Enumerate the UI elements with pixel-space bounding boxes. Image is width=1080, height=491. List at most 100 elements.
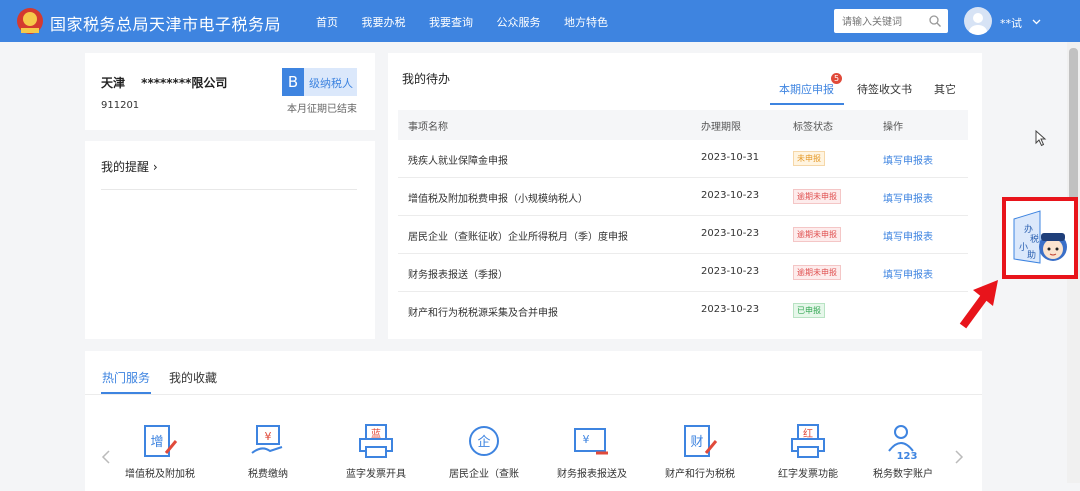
company-card: 天津 ********限公司 911201 B 级纳税人 本月征期已结束 <box>85 53 375 130</box>
service-label: 红字发票功能 <box>778 469 838 480</box>
person-account-icon: 123 <box>888 425 918 461</box>
svg-text:增: 增 <box>150 435 163 450</box>
table-header: 事项名称 办理期限 标签状态 操作 <box>398 110 968 140</box>
site-title[interactable]: 国家税务总局天津市电子税务局 <box>50 11 281 35</box>
svg-text:¥: ¥ <box>265 430 272 443</box>
service-red-invoice[interactable]: 红 红字发票功能 <box>753 423 863 480</box>
service-label: 居民企业（查账 <box>449 469 519 480</box>
svg-text:蓝: 蓝 <box>371 428 381 440</box>
chevron-down-icon[interactable] <box>1032 17 1041 26</box>
svg-text:办: 办 <box>1024 223 1033 235</box>
top-header: 国家税务总局天津市电子税务局 首页 我要办税 我要查询 公众服务 地方特色 **… <box>0 0 1080 42</box>
status-badge: 逾期未申报 <box>793 265 841 280</box>
table-row: 居民企业（查账征收）企业所得税月（季）度申报 2023-10-23 逾期未申报 … <box>398 216 968 254</box>
taxpayer-level-badge: B 级纳税人 <box>282 68 357 96</box>
user-name[interactable]: **试 <box>1000 15 1022 31</box>
reminder-title-link[interactable]: 我的提醒 › <box>101 158 158 175</box>
svg-text:财: 财 <box>690 435 703 450</box>
main-nav: 首页 我要办税 我要查询 公众服务 地方特色 <box>316 14 628 30</box>
level-letter: B <box>282 68 304 96</box>
search-input[interactable] <box>840 13 928 31</box>
svg-text:红: 红 <box>803 427 813 440</box>
row-deadline: 2023-10-23 <box>701 190 760 201</box>
row-item-name: 财产和行为税税源采集及合并申报 <box>408 308 558 319</box>
svg-text:企: 企 <box>477 434 490 450</box>
table-row: 增值税及附加税费申报（小规模纳税人） 2023-10-23 逾期未申报 填写申报… <box>398 178 968 216</box>
divider <box>101 189 357 190</box>
svg-text:123: 123 <box>897 451 918 461</box>
tab-my-favorites[interactable]: 我的收藏 <box>169 369 217 386</box>
todo-card: 我的待办 本期应申报 待签收文书 其它 5 事项名称 办理期限 标签状态 操作 … <box>388 53 982 339</box>
tab-documents-to-sign[interactable]: 待签收文书 <box>857 81 912 97</box>
red-arrow-annotation-icon <box>959 280 998 329</box>
fill-form-link[interactable]: 填写申报表 <box>883 190 933 205</box>
svg-text:¥: ¥ <box>583 433 590 446</box>
tab-current-declaration[interactable]: 本期应申报 <box>779 81 834 97</box>
scrollbar-thumb[interactable] <box>1069 48 1078 208</box>
nav-query[interactable]: 我要查询 <box>429 16 473 29</box>
row-deadline: 2023-10-31 <box>701 152 760 163</box>
level-label: 级纳税人 <box>309 77 353 90</box>
service-blue-invoice[interactable]: 蓝 蓝字发票开具 <box>321 423 431 480</box>
nav-local-feature[interactable]: 地方特色 <box>564 16 608 29</box>
printer-icon: 红 <box>791 424 825 458</box>
row-item-name: 财务报表报送（季报） <box>408 270 508 281</box>
table-row: 财务报表报送（季报） 2023-10-23 逾期未申报 填写申报表 <box>398 254 968 292</box>
service-label: 蓝字发票开具 <box>346 469 406 480</box>
status-badge: 未申报 <box>793 151 825 166</box>
row-deadline: 2023-10-23 <box>701 304 760 315</box>
company-name: 天津 ********限公司 <box>101 76 228 90</box>
services-card: 热门服务 我的收藏 增 增值税及附加税 ¥ 税费缴纳 蓝 蓝字发票开具 企 居民… <box>85 351 982 491</box>
svg-text:税: 税 <box>1030 233 1039 245</box>
service-vat[interactable]: 增 增值税及附加税 <box>105 423 215 480</box>
company-tax-id: 911201 <box>101 100 140 111</box>
tax-assistant-mascot-icon[interactable]: 办 税 小 助 <box>1010 207 1070 269</box>
active-tab-underline <box>770 103 844 105</box>
fill-form-link[interactable]: 填写申报表 <box>883 228 933 243</box>
status-badge: 逾期未申报 <box>793 189 841 204</box>
col-status: 标签状态 <box>793 122 833 133</box>
fill-form-link[interactable]: 填写申报表 <box>883 152 933 167</box>
user-avatar[interactable] <box>964 7 992 35</box>
service-label: 税费缴纳 <box>248 469 288 480</box>
document-pen-icon: 财 <box>684 425 718 457</box>
service-digital-account[interactable]: 123 税务数字账户 <box>848 423 958 480</box>
service-financial-report[interactable]: ¥ 财务报表报送及 <box>537 423 647 480</box>
row-deadline: 2023-10-23 <box>701 228 760 239</box>
todo-title: 我的待办 <box>402 72 451 86</box>
enterprise-circle-icon: 企 <box>469 426 499 456</box>
count-badge: 5 <box>831 73 842 84</box>
tab-hot-services[interactable]: 热门服务 <box>102 369 150 386</box>
nav-home[interactable]: 首页 <box>316 16 338 29</box>
service-corporate-income-tax[interactable]: 企 居民企业（查账 <box>429 423 539 480</box>
service-label: 财务报表报送及 <box>557 469 627 480</box>
search-box <box>834 9 948 33</box>
row-item-name: 残疾人就业保障金申报 <box>408 156 508 167</box>
status-badge: 逾期未申报 <box>793 227 841 242</box>
service-tax-payment[interactable]: ¥ 税费缴纳 <box>213 423 323 480</box>
table-row: 残疾人就业保障金申报 2023-10-31 未申报 填写申报表 <box>398 140 968 178</box>
svg-text:助: 助 <box>1027 249 1036 261</box>
divider <box>85 394 982 395</box>
row-deadline: 2023-10-23 <box>701 266 760 277</box>
mouse-cursor-icon <box>1035 130 1047 147</box>
report-send-icon: ¥ <box>574 428 608 455</box>
user-icon <box>969 13 987 35</box>
tab-other[interactable]: 其它 <box>934 81 956 97</box>
tax-emblem-logo-icon <box>17 8 43 34</box>
col-deadline: 办理期限 <box>701 122 741 133</box>
period-status: 本月征期已结束 <box>287 104 357 115</box>
fill-form-link[interactable]: 填写申报表 <box>883 266 933 281</box>
hand-money-icon: ¥ <box>251 425 283 454</box>
search-icon[interactable] <box>928 14 942 28</box>
col-item-name: 事项名称 <box>408 122 448 133</box>
service-label: 税务数字账户 <box>873 469 933 480</box>
service-label: 增值税及附加税 <box>125 469 195 480</box>
service-property-behavior-tax[interactable]: 财 财产和行为税税 <box>645 423 755 480</box>
printer-icon: 蓝 <box>359 424 393 458</box>
reminder-card: 我的提醒 › <box>85 141 375 339</box>
nav-do-tax[interactable]: 我要办税 <box>362 16 406 29</box>
nav-public-service[interactable]: 公众服务 <box>497 16 541 29</box>
status-badge: 已申报 <box>793 303 825 318</box>
document-pen-icon: 增 <box>144 425 178 457</box>
